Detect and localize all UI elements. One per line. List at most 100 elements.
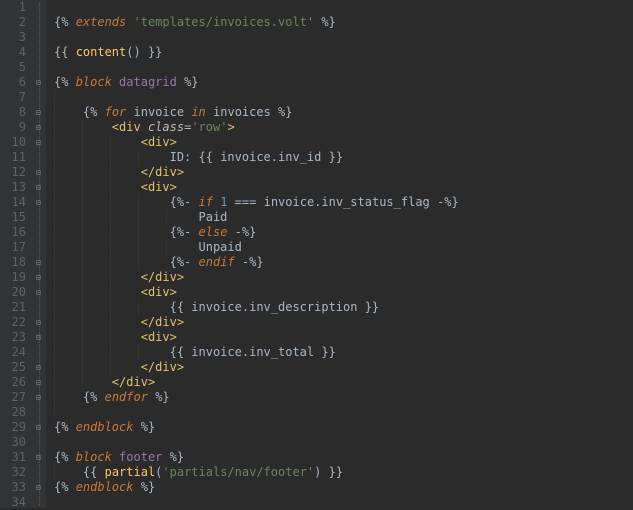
line-number: 18 bbox=[4, 255, 26, 270]
code-editor[interactable]: 1234567891011121314151617181920212223242… bbox=[0, 0, 633, 508]
fold-close-icon[interactable]: ⊟ bbox=[36, 259, 43, 266]
code-line[interactable] bbox=[54, 30, 633, 45]
line-number: 29 bbox=[4, 420, 26, 435]
fold-open-icon[interactable]: ⊟ bbox=[36, 79, 43, 86]
code-line[interactable]: Paid bbox=[54, 210, 633, 225]
fold-open-icon[interactable]: ⊟ bbox=[36, 334, 43, 341]
line-number-gutter: 1234567891011121314151617181920212223242… bbox=[0, 0, 34, 508]
code-line[interactable]: Unpaid bbox=[54, 240, 633, 255]
line-number: 14 bbox=[4, 195, 26, 210]
code-text: </div> bbox=[54, 360, 184, 374]
code-line[interactable]: {% block datagrid %} bbox=[54, 75, 633, 90]
code-text bbox=[54, 495, 61, 509]
fold-open-icon[interactable]: ⊟ bbox=[36, 199, 43, 206]
line-number: 24 bbox=[4, 345, 26, 360]
code-line[interactable]: {% extends 'templates/invoices.volt' %} bbox=[54, 15, 633, 30]
fold-close-icon[interactable]: ⊟ bbox=[36, 274, 43, 281]
code-text: <div> bbox=[54, 180, 177, 194]
code-line[interactable]: <div> bbox=[54, 330, 633, 345]
fold-open-icon[interactable]: ⊟ bbox=[36, 139, 43, 146]
code-text: Paid bbox=[54, 210, 227, 224]
line-number: 4 bbox=[4, 45, 26, 60]
code-text bbox=[54, 90, 61, 104]
code-line[interactable]: {{ content() }} bbox=[54, 45, 633, 60]
code-line[interactable]: <div> bbox=[54, 285, 633, 300]
line-number: 2 bbox=[4, 15, 26, 30]
line-number: 3 bbox=[4, 30, 26, 45]
code-line[interactable]: </div> bbox=[54, 315, 633, 330]
code-text: {% endblock %} bbox=[54, 480, 155, 494]
fold-close-icon[interactable]: ⊟ bbox=[36, 424, 43, 431]
code-line[interactable]: {%- if 1 === invoice.inv_status_flag -%} bbox=[54, 195, 633, 210]
code-line[interactable]: {{ partial('partials/nav/footer') }} bbox=[54, 465, 633, 480]
code-text: <div> bbox=[54, 330, 177, 344]
code-text: {%- else -%} bbox=[54, 225, 256, 239]
line-number: 5 bbox=[4, 60, 26, 75]
fold-open-icon[interactable]: ⊟ bbox=[36, 124, 43, 131]
code-line[interactable]: {% endfor %} bbox=[54, 390, 633, 405]
code-line[interactable] bbox=[54, 60, 633, 75]
line-number: 31 bbox=[4, 450, 26, 465]
code-line[interactable]: </div> bbox=[54, 375, 633, 390]
line-number: 13 bbox=[4, 180, 26, 195]
code-line[interactable]: {% block footer %} bbox=[54, 450, 633, 465]
code-line[interactable] bbox=[54, 90, 633, 105]
line-number: 32 bbox=[4, 465, 26, 480]
code-line[interactable] bbox=[54, 405, 633, 420]
code-text bbox=[54, 0, 61, 14]
code-line[interactable]: ID: {{ invoice.inv_id }} bbox=[54, 150, 633, 165]
line-number: 19 bbox=[4, 270, 26, 285]
code-area[interactable]: {% extends 'templates/invoices.volt' %} … bbox=[46, 0, 633, 508]
fold-gutter[interactable]: ⊟ ⊟ ⊟ ⊟ ⊟ ⊟ ⊟ ⊟ ⊟ ⊟ ⊟ ⊟ ⊟ ⊟ ⊟ ⊟ ⊟ ⊟ bbox=[34, 0, 46, 508]
code-text: {{ content() }} bbox=[54, 45, 162, 59]
line-number: 21 bbox=[4, 300, 26, 315]
code-text: </div> bbox=[54, 270, 184, 284]
fold-open-icon[interactable]: ⊟ bbox=[36, 289, 43, 296]
fold-close-icon[interactable]: ⊟ bbox=[36, 394, 43, 401]
code-line[interactable]: {{ invoice.inv_description }} bbox=[54, 300, 633, 315]
code-text bbox=[54, 30, 61, 44]
line-number: 12 bbox=[4, 165, 26, 180]
code-text: {{ partial('partials/nav/footer') }} bbox=[54, 465, 343, 479]
line-number: 17 bbox=[4, 240, 26, 255]
code-line[interactable]: </div> bbox=[54, 360, 633, 375]
line-number: 6 bbox=[4, 75, 26, 90]
code-text: {{ invoice.inv_total }} bbox=[54, 345, 336, 359]
line-number: 27 bbox=[4, 390, 26, 405]
line-number: 7 bbox=[4, 90, 26, 105]
code-line[interactable]: <div> bbox=[54, 135, 633, 150]
line-number: 28 bbox=[4, 405, 26, 420]
code-line[interactable]: <div class='row'> bbox=[54, 120, 633, 135]
code-line[interactable]: </div> bbox=[54, 270, 633, 285]
fold-open-icon[interactable]: ⊟ bbox=[36, 454, 43, 461]
fold-open-icon[interactable]: ⊟ bbox=[36, 184, 43, 191]
fold-close-icon[interactable]: ⊟ bbox=[36, 364, 43, 371]
code-line[interactable] bbox=[54, 0, 633, 15]
line-number: 23 bbox=[4, 330, 26, 345]
line-number: 22 bbox=[4, 315, 26, 330]
code-line[interactable]: {%- endif -%} bbox=[54, 255, 633, 270]
code-line[interactable]: {%- else -%} bbox=[54, 225, 633, 240]
line-number: 20 bbox=[4, 285, 26, 300]
code-text: </div> bbox=[54, 165, 184, 179]
code-line[interactable]: <div> bbox=[54, 180, 633, 195]
code-text: {%- endif -%} bbox=[54, 255, 264, 269]
code-line[interactable]: </div> bbox=[54, 165, 633, 180]
code-text: </div> bbox=[54, 315, 184, 329]
code-text: ID: {{ invoice.inv_id }} bbox=[54, 150, 343, 164]
code-text: {{ invoice.inv_description }} bbox=[54, 300, 379, 314]
fold-close-icon[interactable]: ⊟ bbox=[36, 484, 43, 491]
code-line[interactable]: {{ invoice.inv_total }} bbox=[54, 345, 633, 360]
fold-close-icon[interactable]: ⊟ bbox=[36, 169, 43, 176]
fold-open-icon[interactable]: ⊟ bbox=[36, 109, 43, 116]
fold-close-icon[interactable]: ⊟ bbox=[36, 319, 43, 326]
code-line[interactable]: {% endblock %} bbox=[54, 480, 633, 495]
code-text: {% block datagrid %} bbox=[54, 75, 199, 89]
fold-close-icon[interactable]: ⊟ bbox=[36, 379, 43, 386]
code-text: {% endfor %} bbox=[54, 390, 170, 404]
code-text bbox=[54, 60, 61, 74]
code-line[interactable]: {% endblock %} bbox=[54, 420, 633, 435]
code-line[interactable]: {% for invoice in invoices %} bbox=[54, 105, 633, 120]
code-line[interactable] bbox=[54, 435, 633, 450]
code-text bbox=[54, 435, 61, 449]
